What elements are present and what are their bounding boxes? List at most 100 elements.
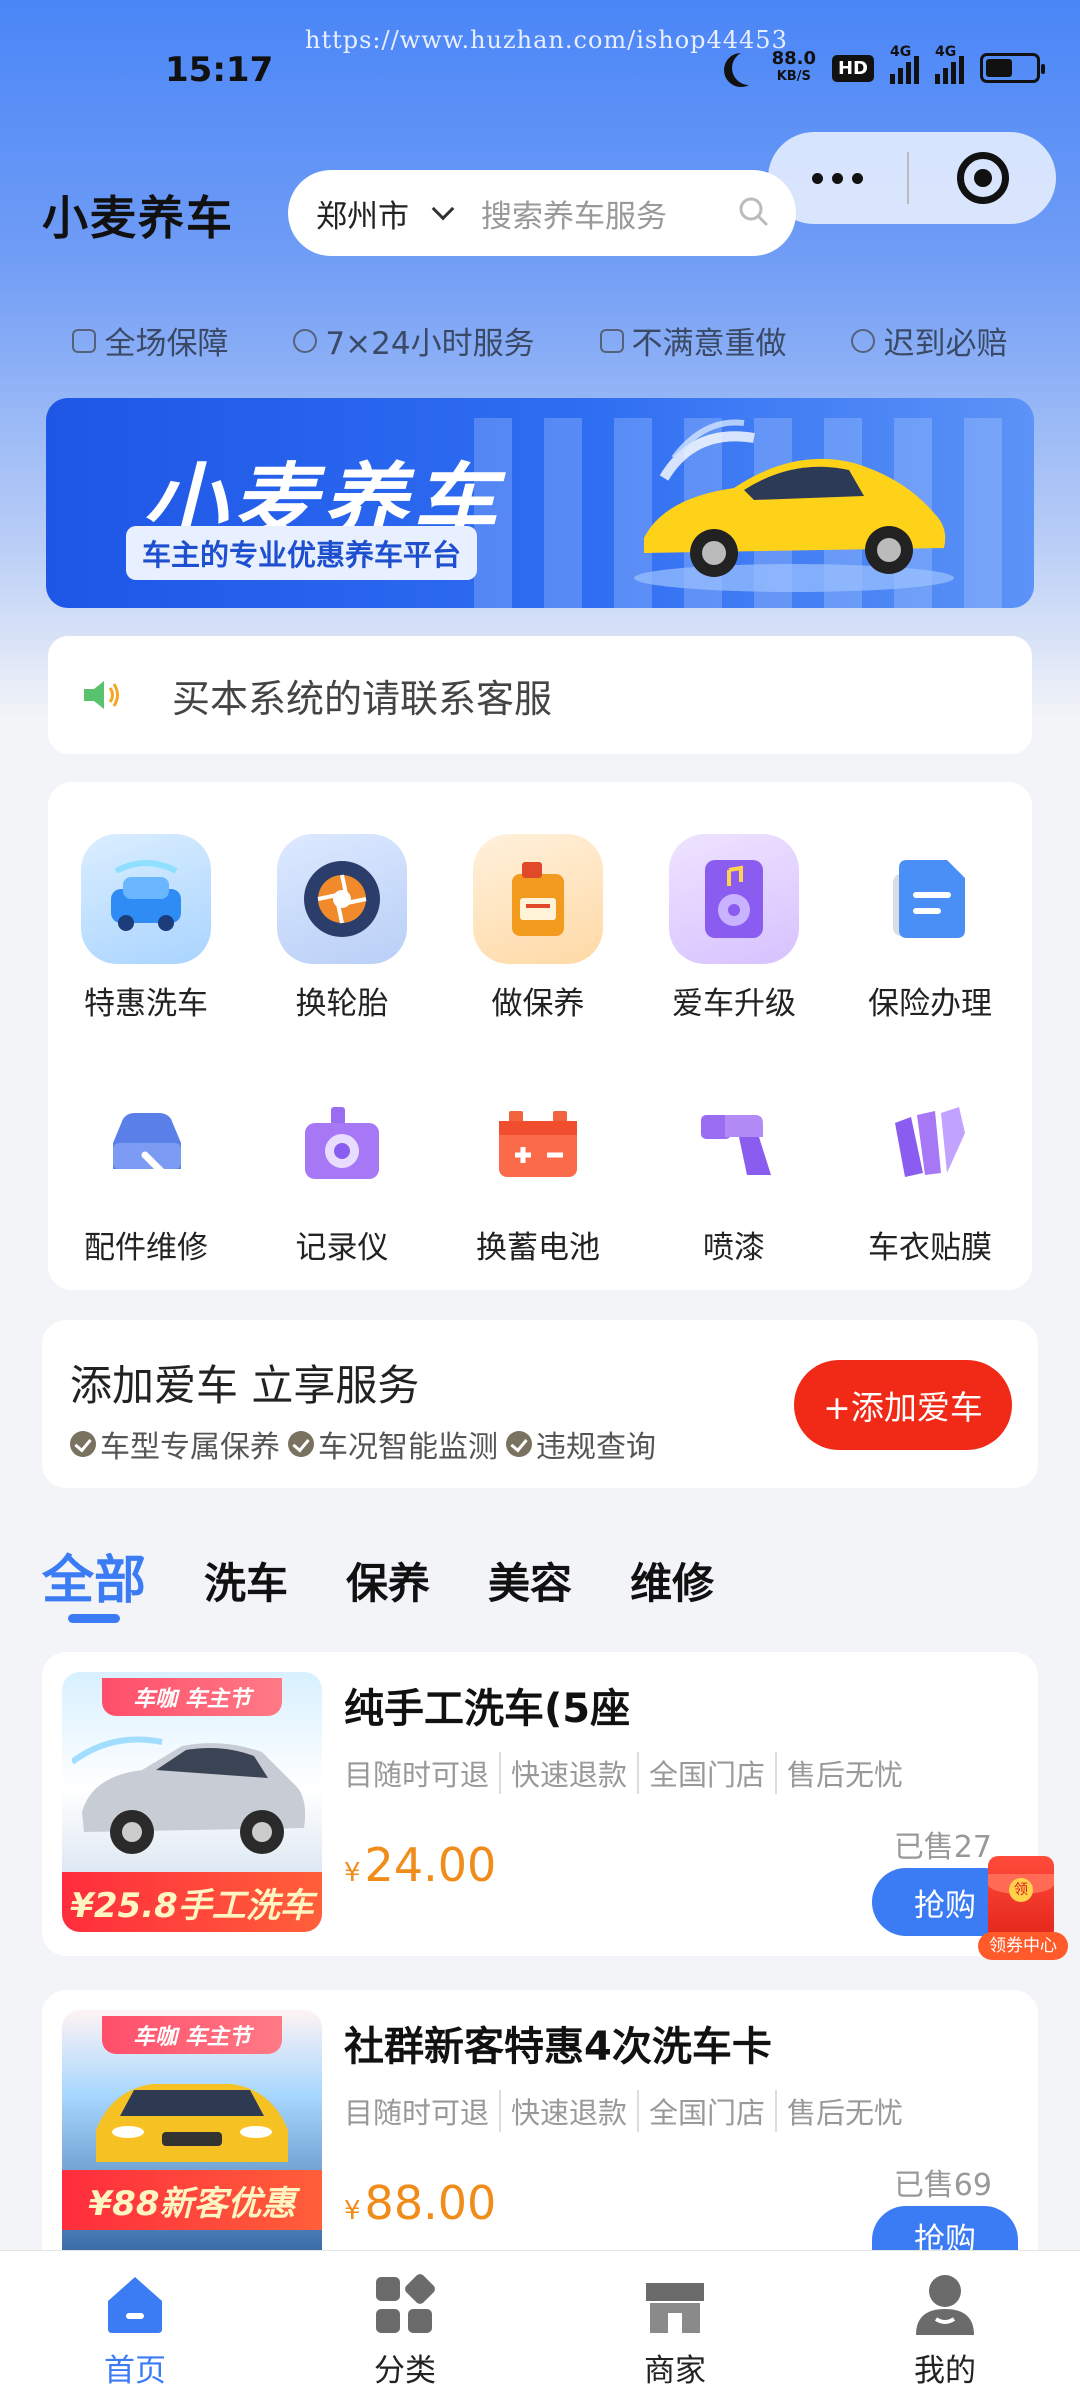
product-card[interactable]: 车咖 车主节 ¥88新客优惠 社群新客特惠4次洗车卡 目随时可退 快速退款 全国… — [42, 1990, 1038, 2266]
tabbar-label: 我的 — [914, 2353, 976, 2389]
guarantee-item: 不满意重做 — [599, 318, 787, 363]
tab-car-wash[interactable]: 洗车 — [204, 1550, 288, 1611]
product-tag: 售后无忧 — [775, 2090, 903, 2132]
product-price: ¥ 24.00 — [344, 1838, 496, 1892]
add-car-card: 添加爱车 立享服务 车型专属保养 车况智能监测 违规查询 +添加爱车 — [42, 1320, 1038, 1488]
add-car-button[interactable]: +添加爱车 — [794, 1360, 1012, 1450]
miniprogram-capsule — [768, 132, 1056, 224]
guarantee-label: 迟到必赔 — [883, 326, 1008, 362]
tire-icon — [277, 834, 407, 964]
dashcam-icon — [277, 1078, 407, 1208]
tabbar-item-me[interactable]: 我的 — [810, 2251, 1080, 2400]
feature-item: 车型专属保养 — [70, 1422, 280, 1466]
guarantee-item: 迟到必赔 — [851, 318, 1007, 363]
clock-icon — [293, 328, 318, 353]
product-card[interactable]: 车咖 车主节 ¥25.8手工洗车 纯手工洗车(5座 目随时可退 快速退款 全国门… — [42, 1652, 1038, 1956]
close-target-icon[interactable] — [909, 152, 1056, 204]
tab-beauty[interactable]: 美容 — [488, 1550, 572, 1611]
service-label: 换蓄电池 — [476, 1230, 600, 1266]
signal-icon: 4G — [890, 44, 919, 84]
silver-suv-illustration — [72, 1736, 306, 1854]
status-time: 15:17 — [165, 50, 274, 90]
speaker-upgrade-icon — [669, 834, 799, 964]
home-icon — [108, 2277, 162, 2333]
battery-icon — [473, 1078, 603, 1208]
envelope-char: 领 — [1009, 1878, 1033, 1902]
service-item-insurance[interactable]: 保险办理 — [832, 834, 1028, 1023]
tabbar-item-home[interactable]: 首页 — [0, 2251, 270, 2400]
app-title: 小麦养车 — [42, 191, 234, 245]
service-item-dashcam[interactable]: 记录仪 — [244, 1078, 440, 1267]
status-bar: 15:17 https://www.huzhan.com/ishop44453 … — [0, 0, 1080, 110]
feature-label: 车况智能监测 — [318, 1430, 498, 1465]
tabbar-item-store[interactable]: 商家 — [540, 2251, 810, 2400]
service-item-painting[interactable]: 喷漆 — [636, 1078, 832, 1267]
service-item-upgrade[interactable]: 爱车升级 — [636, 834, 832, 1023]
guarantee-row: 全场保障 7×24小时服务 不满意重做 迟到必赔 — [0, 318, 1080, 363]
banner-subtitle: 车主的专业优惠养车平台 — [126, 526, 478, 580]
bottom-tabbar: 首页 分类 商家 我的 — [0, 2250, 1080, 2400]
receipt-icon — [599, 328, 624, 353]
battery-icon — [980, 53, 1045, 83]
service-label: 记录仪 — [295, 1230, 389, 1266]
service-label: 配件维修 — [84, 1230, 208, 1266]
add-car-title: 添加爱车 立享服务 — [70, 1361, 420, 1410]
product-tag: 全国门店 — [637, 2090, 765, 2132]
check-icon — [506, 1431, 532, 1457]
check-icon — [288, 1431, 314, 1457]
watermark-text: https://www.huzhan.com/ishop44453 — [305, 26, 788, 54]
tabbar-item-category[interactable]: 分类 — [270, 2251, 540, 2400]
product-tag: 售后无忧 — [775, 1752, 903, 1794]
car-repair-icon — [81, 1078, 211, 1208]
product-image: 车咖 车主节 ¥88新客优惠 — [62, 2010, 322, 2250]
product-price: ¥ 88.00 — [344, 2176, 496, 2230]
product-tag: 全国门店 — [637, 1752, 765, 1794]
product-image-ribbon: ¥25.8手工洗车 — [62, 1872, 322, 1932]
search-bar[interactable]: 郑州市 搜索养车服务 — [288, 170, 796, 256]
service-item-battery[interactable]: 换蓄电池 — [440, 1078, 636, 1267]
service-label: 换轮胎 — [295, 986, 389, 1022]
coupon-center-float[interactable]: 领 领券中心 — [978, 1856, 1068, 1964]
net-speed-value: 88.0 — [771, 48, 816, 69]
category-tabs: 全部 洗车 保养 美容 维修 — [42, 1538, 714, 1613]
product-name: 纯手工洗车(5座 — [344, 1686, 631, 1732]
yellow-car-front-illustration — [96, 2084, 288, 2162]
city-selector[interactable]: 郑州市 — [316, 191, 409, 236]
film-icon — [865, 1078, 995, 1208]
price-value: 24.00 — [364, 1838, 497, 1892]
tab-maintenance[interactable]: 保养 — [346, 1550, 430, 1611]
guarantee-item: 全场保障 — [72, 318, 228, 363]
service-item-film[interactable]: 车衣贴膜 — [832, 1078, 1028, 1267]
signal-label: 4G — [890, 44, 912, 60]
tab-all[interactable]: 全部 — [42, 1538, 146, 1613]
guarantee-label: 7×24小时服务 — [325, 326, 535, 362]
product-tag: 快速退款 — [499, 1752, 627, 1794]
notice-text: 买本系统的请联系客服 — [172, 676, 553, 721]
oil-can-icon — [473, 834, 603, 964]
search-icon[interactable] — [738, 196, 768, 226]
tabbar-label: 商家 — [644, 2353, 706, 2389]
check-icon — [70, 1431, 96, 1457]
tab-repair[interactable]: 维修 — [630, 1550, 714, 1611]
hd-badge: HD — [831, 54, 874, 82]
service-grid: 特惠洗车 换轮胎 做保养 爱车升级 保险办理 配件维修 记录仪 换蓄电池 喷漆 … — [48, 782, 1032, 1290]
feature-item: 车况智能监测 — [288, 1422, 498, 1466]
search-input[interactable]: 搜索养车服务 — [481, 191, 667, 236]
service-item-car-wash[interactable]: 特惠洗车 — [48, 834, 244, 1023]
service-item-maintenance[interactable]: 做保养 — [440, 834, 636, 1023]
status-icons: 88.0 KB/S HD 4G 4G — [722, 44, 1045, 86]
chevron-down-icon[interactable] — [431, 197, 455, 221]
more-icon[interactable] — [768, 172, 907, 184]
service-label: 车衣贴膜 — [868, 1230, 992, 1266]
service-label: 喷漆 — [703, 1230, 765, 1266]
battery-level — [986, 59, 1013, 77]
notice-bar[interactable]: 买本系统的请联系客服 — [48, 636, 1032, 754]
service-item-tire[interactable]: 换轮胎 — [244, 834, 440, 1023]
net-speed-unit: KB/S — [776, 69, 811, 84]
service-item-parts-repair[interactable]: 配件维修 — [48, 1078, 244, 1267]
coupon-center-label: 领券中心 — [978, 1932, 1068, 1960]
tabbar-label: 分类 — [374, 2353, 436, 2389]
promo-banner[interactable]: 小麦养车 车主的专业优惠养车平台 — [46, 398, 1034, 608]
document-icon — [865, 834, 995, 964]
guarantee-label: 全场保障 — [104, 326, 229, 362]
